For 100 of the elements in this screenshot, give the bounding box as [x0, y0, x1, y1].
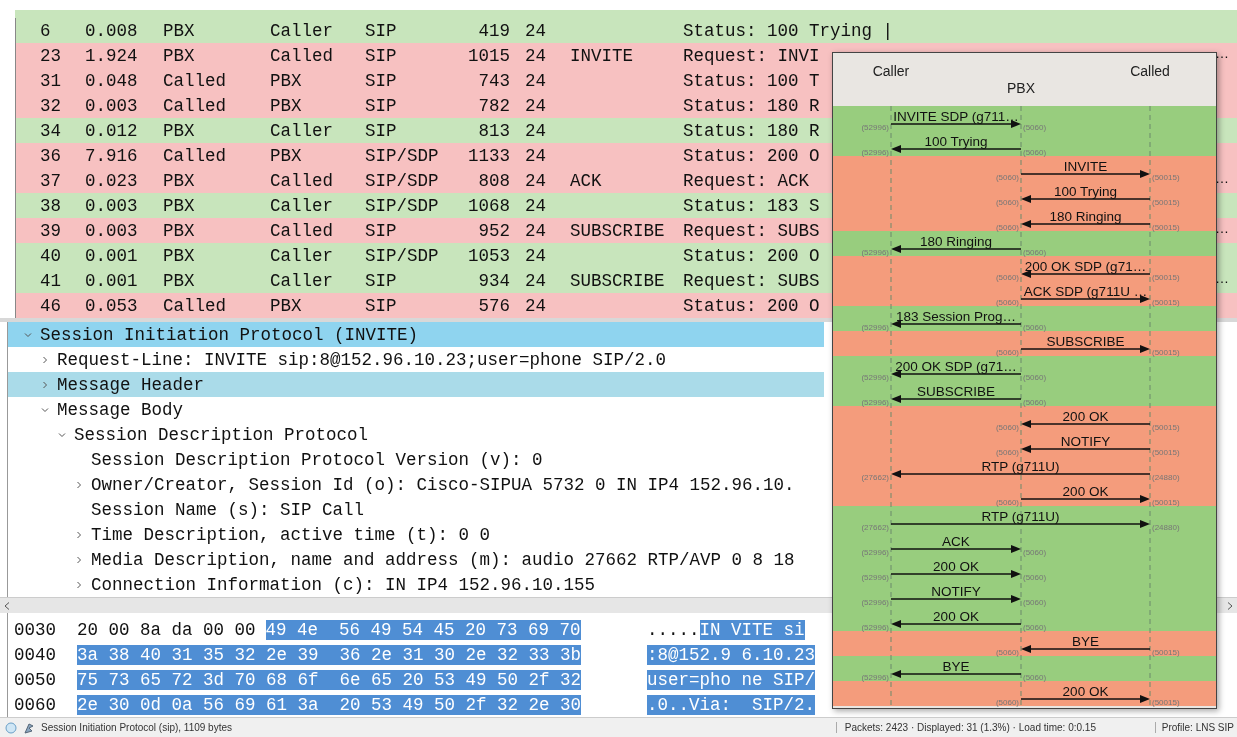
hex-bytes-highlighted: 75 73 65 72 3d 70 68 6f 6e 65 20 53 49 50 2f 32 [77, 669, 582, 690]
message-label: 200 OK [933, 609, 979, 624]
overflow-ellipsis: … [1215, 45, 1229, 61]
port-label: (52996) [861, 373, 889, 382]
port-label: (5060) [995, 223, 1019, 232]
chevron-right-icon[interactable] [41, 355, 49, 364]
port-label: (5060) [1023, 248, 1047, 257]
port-label: (52996) [861, 148, 889, 157]
port-label: (52996) [861, 548, 889, 557]
ascii-text-highlighted: user=pho ne SIP/ [647, 669, 816, 690]
port-label: (50015) [1152, 423, 1180, 432]
message-label: RTP (g711U) [981, 509, 1060, 524]
message-label: 200 OK [933, 559, 979, 574]
port-label: (5060) [1023, 123, 1047, 132]
port-label: (5060) [1023, 598, 1047, 607]
port-label: (5060) [995, 698, 1019, 707]
hex-bytes-highlighted: 49 4e 56 49 54 45 20 73 69 70 [265, 619, 581, 640]
tree-item[interactable]: Request-Line: INVITE sip:8@152.96.10.23;user=phone SIP/2.0 [8, 347, 824, 372]
port-label: (52996) [861, 673, 889, 682]
tree-item[interactable]: Media Description, name and address (m): audio 27662 RTP/AVP 0 8 18 [8, 547, 824, 572]
chevron-right-icon[interactable] [75, 480, 83, 489]
port-label: (50015) [1152, 348, 1180, 357]
message-label: 200 OK [1062, 684, 1109, 699]
port-label: (5060) [995, 198, 1019, 207]
status-circle-icon[interactable] [5, 721, 17, 734]
overflow-ellipsis: … [1215, 170, 1229, 186]
message-label: 200 OK [1062, 484, 1109, 499]
tree-item[interactable]: Owner/Creator, Session Id (o): Cisco-SIPUA 5732 0 IN IP4 152.96.10. [8, 472, 824, 497]
port-label: (5060) [1023, 398, 1047, 407]
chevron-right-icon[interactable] [41, 380, 49, 389]
port-label: (50015) [1152, 273, 1180, 282]
port-label: (52996) [861, 623, 889, 632]
port-label: (50015) [1152, 298, 1180, 307]
chevron-down-icon[interactable] [24, 330, 32, 339]
port-label: (5060) [995, 298, 1019, 307]
port-label: (52996) [861, 123, 889, 132]
message-label: NOTIFY [1060, 434, 1111, 449]
port-label: (5060) [1023, 548, 1047, 557]
port-label: (5060) [995, 648, 1019, 657]
port-label: (5060) [995, 448, 1019, 457]
message-label: 200 OK SDP (g71… [895, 359, 1017, 374]
hex-offset: 0040 [13, 644, 57, 665]
message-label: SUBSCRIBE [1046, 334, 1125, 349]
port-label: (5060) [995, 348, 1019, 357]
tree-item[interactable]: Time Description, active time (t): 0 0 [8, 522, 824, 547]
chevron-down-icon[interactable] [41, 405, 49, 414]
tree-item[interactable]: Message Body [8, 397, 824, 422]
tree-item[interactable]: Message Header [8, 372, 824, 397]
port-label: (5060) [1023, 148, 1047, 157]
chevron-right-icon[interactable] [75, 530, 83, 539]
message-label: NOTIFY [931, 584, 981, 599]
port-label: (50015) [1152, 448, 1180, 457]
message-label: ACK [942, 534, 970, 549]
port-label: (5060) [1023, 623, 1047, 632]
port-label: (52996) [861, 323, 889, 332]
port-label: (52996) [861, 248, 889, 257]
hex-bytes: 20 00 8a da 00 00 [77, 619, 257, 640]
hex-offset: 0030 [13, 619, 57, 640]
scroll-left-icon[interactable] [4, 601, 10, 610]
port-label: (50015) [1152, 223, 1180, 232]
port-label: (24880) [1152, 523, 1180, 532]
tree-item[interactable]: Session Name (s): SIP Call [8, 497, 824, 522]
port-label: (5060) [1023, 323, 1047, 332]
port-label: (5060) [1023, 673, 1047, 682]
port-label: (5060) [995, 498, 1019, 507]
chevron-right-icon[interactable] [75, 555, 83, 564]
tree-item[interactable]: Connection Information (c): IN IP4 152.96.10.155 [8, 572, 824, 597]
status-packet-info: Session Initiation Protocol (sip), 1109 bytes [41, 722, 234, 733]
packet-row[interactable]: 6 0.008 PBX Caller SIP 419 24 Status: 100 Trying | [16, 18, 1237, 43]
port-label: (5060) [1023, 573, 1047, 582]
status-packet-counts: Packets: 2423 · Displayed: 31 (1.3%) · Load time: 0:0.15 [835, 722, 1155, 733]
status-profile[interactable]: Profile: LNS SIP [1154, 722, 1237, 733]
port-label: (52996) [861, 398, 889, 407]
port-label: (50015) [1152, 198, 1180, 207]
chevron-right-icon[interactable] [75, 580, 83, 589]
port-label: (50015) [1152, 173, 1180, 182]
hex-bytes-highlighted: 3a 38 40 31 35 32 2e 39 36 2e 31 30 2e 32 33 3b [77, 644, 582, 665]
hex-bytes-highlighted: 2e 30 0d 0a 56 69 61 3a 20 53 49 50 2f 32 2e 30 [77, 694, 582, 715]
port-label: (50015) [1152, 498, 1180, 507]
hex-offset: 0060 [13, 694, 57, 715]
scroll-right-icon[interactable] [1227, 601, 1233, 610]
ascii-text: ..... [647, 619, 700, 640]
participant-label: PBX [1007, 80, 1035, 96]
tree-item[interactable]: Session Description Protocol [8, 422, 824, 447]
port-label: (50015) [1152, 698, 1180, 707]
tree-item[interactable]: Session Initiation Protocol (INVITE) [8, 322, 824, 347]
chevron-down-icon[interactable] [58, 430, 66, 439]
message-label: 200 OK [1062, 409, 1109, 424]
hex-offset: 0050 [13, 669, 57, 690]
port-label: (27662) [861, 523, 889, 532]
overflow-ellipsis: … [1215, 220, 1229, 236]
tree-item[interactable]: Session Description Protocol Version (v): 0 [8, 447, 824, 472]
port-label: (5060) [1023, 373, 1047, 382]
port-label: (5060) [995, 173, 1019, 182]
port-label: (5060) [995, 273, 1019, 282]
message-label: BYE [1072, 634, 1099, 649]
message-label: SUBSCRIBE [917, 384, 995, 399]
port-label: (52996) [861, 573, 889, 582]
overflow-ellipsis: … [1215, 270, 1229, 286]
port-label: (52996) [861, 598, 889, 607]
